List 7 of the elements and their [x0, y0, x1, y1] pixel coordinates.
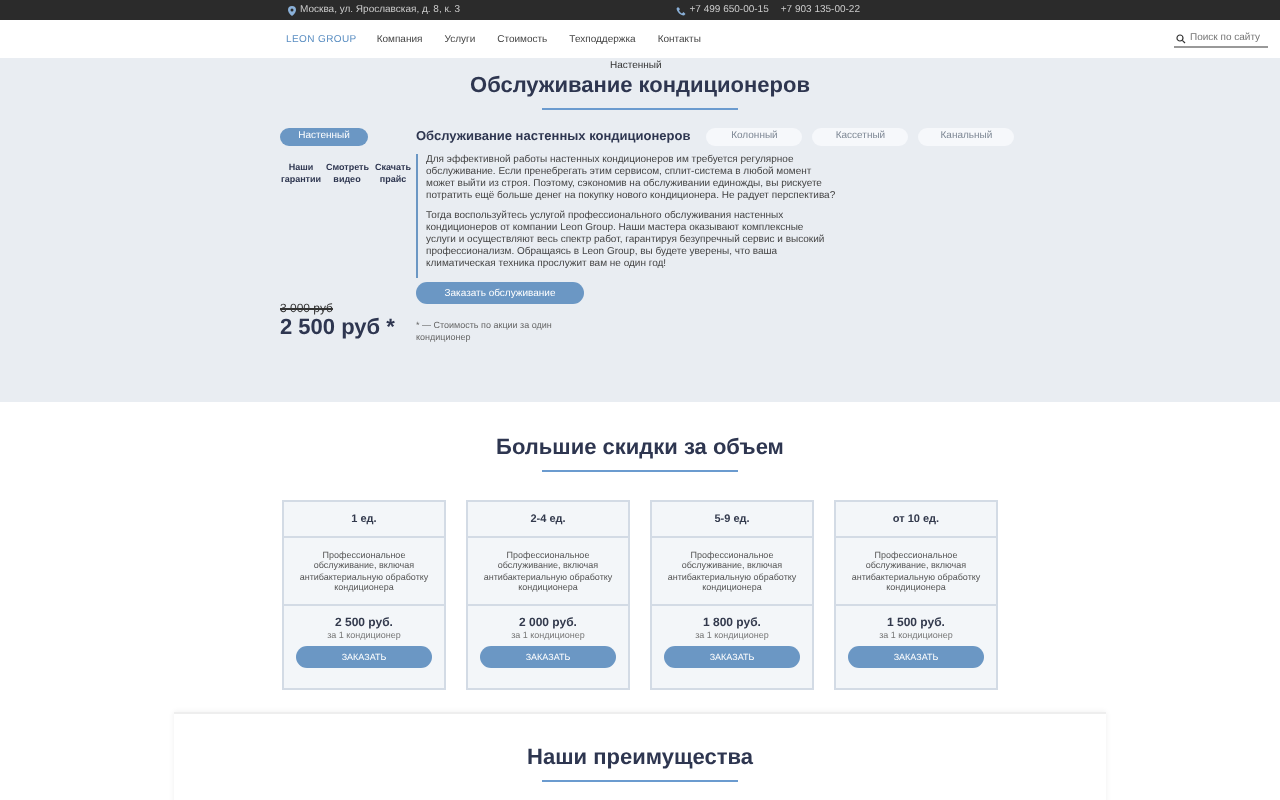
phone-icon — [675, 5, 686, 15]
section-title: Наши преимущества — [525, 746, 755, 770]
price: 2 500 руб * — [280, 316, 397, 340]
section-title: Большие скидки за объем — [494, 436, 786, 460]
section-title: Обслуживание кондиционеров — [468, 74, 812, 98]
search-icon — [1176, 33, 1186, 43]
location-pin-icon — [288, 5, 296, 15]
